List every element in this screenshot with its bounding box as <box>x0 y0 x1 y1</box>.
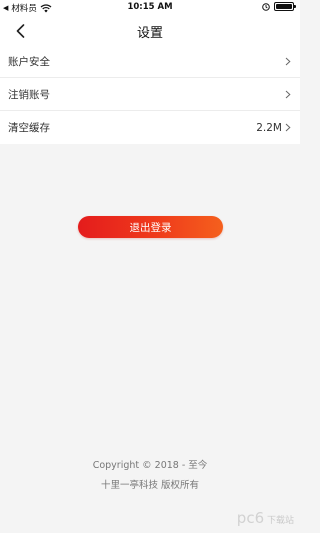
logout-button[interactable]: 退出登录 <box>78 216 223 238</box>
page-title: 设置 <box>136 26 163 41</box>
battery-icon <box>274 2 296 11</box>
watermark-logo: pc6 下载站 <box>237 509 294 527</box>
navigation-bar: 设置 <box>0 15 300 45</box>
chevron-right-icon <box>285 57 291 65</box>
cache-size-value: 2.2M <box>256 121 282 134</box>
status-time: 10:15 AM <box>127 2 173 12</box>
settings-row-clear-cache[interactable]: 清空缓存 2.2M <box>0 111 300 144</box>
chevron-right-icon <box>285 123 291 132</box>
row-label: 账户安全 <box>8 55 50 68</box>
footer-company: 十里一亭科技 版权所有 <box>100 480 200 491</box>
settings-row-account-security[interactable]: 账户安全 <box>0 45 300 78</box>
footer-copyright: Copyright © 2018 - 至今 <box>92 460 208 471</box>
alarm-clock-icon <box>262 2 270 11</box>
settings-list: 账户安全 注销账号 清空缓存 2.2M <box>0 45 300 144</box>
row-label: 清空缓存 <box>8 122 50 134</box>
chevron-right-icon <box>285 90 291 98</box>
status-bar: ◀ 材料员 10:15 AM <box>0 0 300 15</box>
watermark-main: pc6 <box>236 509 265 527</box>
settings-row-deactivate-account[interactable]: 注销账号 <box>0 78 300 111</box>
watermark-sub: 下载站 <box>266 516 294 526</box>
status-right <box>262 2 296 11</box>
row-label: 注销账号 <box>8 88 50 101</box>
